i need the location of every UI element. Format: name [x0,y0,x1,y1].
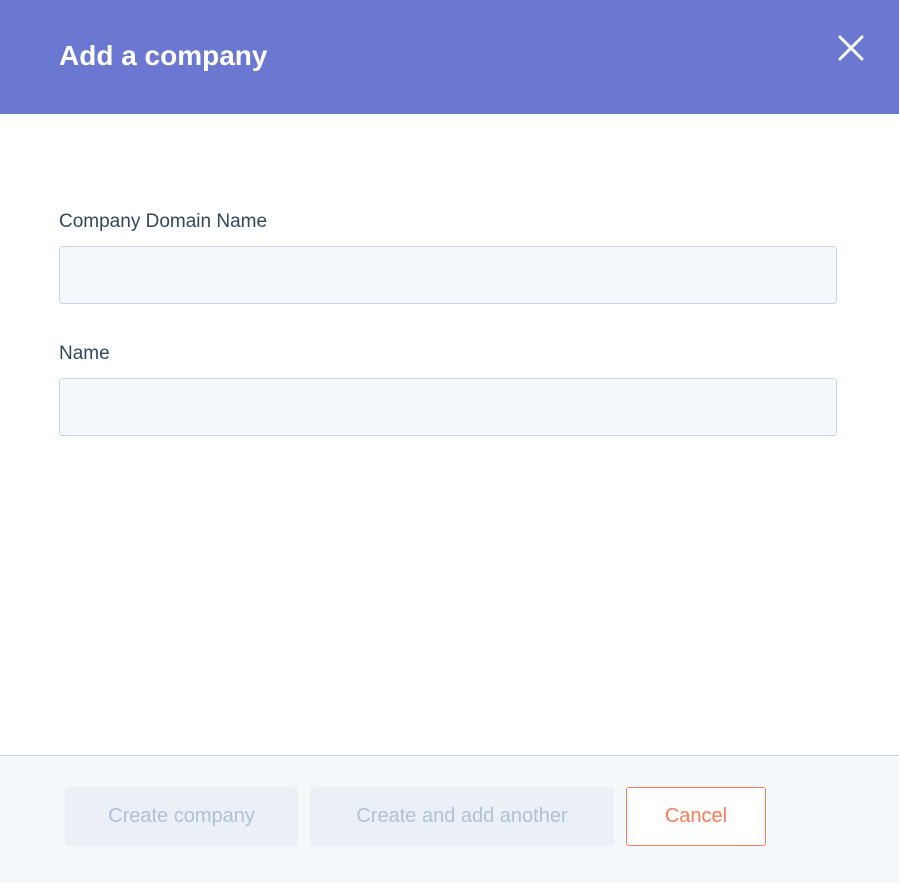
dialog-body: Company Domain Name Name [0,114,899,755]
dialog-footer: Create company Create and add another Ca… [0,755,899,883]
name-label: Name [59,343,110,364]
dialog-title: Add a company [59,40,268,71]
cancel-button[interactable]: Cancel [626,787,766,846]
close-button[interactable] [830,27,872,69]
create-company-button[interactable]: Create company [65,787,298,846]
add-company-dialog: Add a company Company Domain Name Name C… [0,0,899,883]
name-input[interactable] [59,378,837,436]
create-and-add-another-button[interactable]: Create and add another [310,787,614,846]
company-domain-name-label: Company Domain Name [59,211,268,232]
company-domain-name-input[interactable] [59,246,837,304]
dialog-header: Add a company [0,0,899,114]
close-icon [838,35,864,61]
